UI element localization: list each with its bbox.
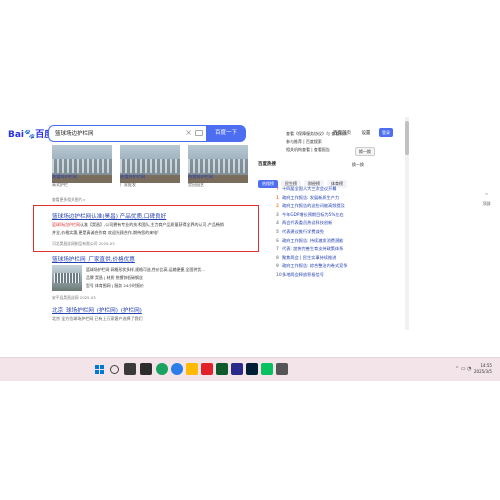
hot-search-item[interactable]: 两会代表委员热议科技创新 <box>282 220 332 226</box>
image-caption[interactable]: 热镀锌护栏网 <box>52 174 77 180</box>
refresh-link[interactable]: 换一换 <box>352 162 364 168</box>
right-info-line[interactable]: 相关机构查看 | 查看报告 <box>286 147 330 153</box>
hot-rank: 9 <box>276 263 279 269</box>
hot-rank: 10 <box>276 272 282 277</box>
image-caption[interactable]: 热镀锌护栏网 <box>188 174 213 180</box>
system-tray[interactable]: ⌃ ▭ ◔ <box>455 366 471 372</box>
hot-search-item[interactable]: 政府工作报告: 发展新质生产力 <box>282 195 339 201</box>
taskbar: ⌃ ▭ ◔ 14:55 2025/3/5 <box>0 357 500 381</box>
result-line: 型号 体育围网 | 服务 24小时报价 <box>86 283 144 288</box>
image-subcaption: 厂家批发 <box>120 182 136 187</box>
hot-tabs: 热搜榜 民生榜 财经榜 体育榜 <box>258 170 350 188</box>
search-button[interactable]: 百度一下 <box>206 125 246 142</box>
image-caption[interactable]: 热镀锌护栏网 <box>120 174 145 180</box>
camera-icon[interactable] <box>195 130 203 136</box>
edge-icon[interactable] <box>171 363 183 375</box>
wechat-icon[interactable] <box>261 363 273 375</box>
folder-icon[interactable] <box>186 363 198 375</box>
baidu-logo[interactable]: Bai🐾百度 <box>8 127 53 140</box>
hot-search-item[interactable]: 今年GDP增长预期目标为5%左右 <box>282 212 344 218</box>
ad-result-title[interactable]: 篮球场边护栏网认准(昊昌) 产品优质,口碑良好 <box>52 212 166 220</box>
hot-rank: 2 <box>276 203 279 209</box>
screenshot: Bai🐾百度 篮球场边护栏网 × 百度一下 百度首页 设置 登录 热镀锌护栏网 … <box>0 0 500 500</box>
result-title[interactable]: 北京_球场护栏网_(护栏网)_(护栏网) <box>52 306 142 314</box>
scrollbar-thumb[interactable] <box>405 121 409 155</box>
result-line: 品牌 昊昌 | 材质 热镀锌低碳钢丝 <box>86 275 143 280</box>
ad-text: 认准【昊昌】,公司拥有专业的技术团队,主力商产品质量获得全界的认可,产品畅销 <box>80 222 224 227</box>
terminal-icon[interactable] <box>140 363 152 375</box>
result-meta: 安平县昊昌丝网 2025-03 <box>52 295 96 300</box>
hot-search-item[interactable]: 十四届全国人大三次会议开幕 <box>282 186 336 192</box>
result-line: 北京 全方位球场护栏网 已有上万家客户选择了我们 <box>52 316 143 321</box>
hot-rank: 4 <box>276 220 279 226</box>
app-icon[interactable] <box>231 363 243 375</box>
right-info-line[interactable]: 参与推荐 | 百度搜索 <box>286 139 322 145</box>
image-subcaption: 高式护栏 <box>52 182 68 187</box>
app-icon[interactable] <box>216 363 228 375</box>
image-subcaption: 宫田园艺 <box>188 182 204 187</box>
ad-keyword: 篮球场边护栏网 <box>52 222 80 227</box>
hot-rank: 7 <box>276 246 279 252</box>
result-title[interactable]: 篮球场护栏网_厂家直供,价格优惠 <box>52 255 135 263</box>
close-icon[interactable]: × <box>185 128 192 137</box>
hot-rank: 5 <box>276 229 279 234</box>
hot-search-item[interactable]: 代表: 加快完善生育支持政策体系 <box>282 246 343 252</box>
back-to-top-label: 顶部 <box>482 201 491 206</box>
settings-link[interactable]: 设置 <box>361 131 370 136</box>
hot-rank: 1 <box>276 194 279 200</box>
logo-text: Bai <box>8 130 25 140</box>
login-button[interactable]: 登录 <box>379 128 393 137</box>
photoshop-icon[interactable] <box>246 363 258 375</box>
hot-rank: ↑ <box>276 186 280 191</box>
change-button[interactable]: 换一换 <box>355 147 375 156</box>
hot-search-item[interactable]: 代表建议推行学费减免 <box>282 229 324 235</box>
clock-date: 2025/3/5 <box>474 369 492 374</box>
vertical-scrollbar[interactable] <box>405 117 409 330</box>
tab-hot[interactable]: 热搜榜 <box>258 180 278 188</box>
hot-search-item[interactable]: 政府工作报告: 持续激发消费潜能 <box>282 238 343 244</box>
hot-search-item[interactable]: 聚焦两会 | 民生实事持续推进 <box>282 255 336 261</box>
result-line: 篮球场护栏网 网格形状多样,规格可选,性价比高,运输便捷,全国供货... <box>86 267 205 272</box>
hot-rank: 6 <box>276 237 279 243</box>
search-icon[interactable] <box>110 365 119 374</box>
hot-search-item[interactable]: 政府工作报告: 综合整治内卷式竞争 <box>282 263 348 269</box>
browser-viewport: Bai🐾百度 篮球场边护栏网 × 百度一下 百度首页 设置 登录 热镀锌护栏网 … <box>0 117 500 330</box>
ad-result-meta: 河北昊昌丝网制品有限公司 2025-03 <box>52 241 115 246</box>
arrow-up-icon: ⌃ <box>483 192 490 200</box>
clock[interactable]: 14:55 2025/3/5 <box>474 363 492 375</box>
windows-start-icon[interactable] <box>95 365 104 374</box>
more-images-link[interactable]: 查看更多相关图片> <box>52 197 86 203</box>
app-icon[interactable] <box>276 363 288 375</box>
hot-rank: 8 <box>276 254 279 260</box>
ad-result-line: 并全,价格实惠,更是真诚合作商 欢迎光顾合作,期待您的来电! <box>52 230 159 235</box>
hot-search-item[interactable]: 多地两会释放积极信号 <box>282 272 324 278</box>
browser-icon[interactable] <box>156 363 168 375</box>
search-input[interactable]: 篮球场边护栏网 × <box>48 125 206 142</box>
paw-icon: 🐾 <box>24 130 36 140</box>
wps-icon[interactable] <box>201 363 213 375</box>
right-info-line[interactable]: 查看《保障服务协议》与 查看资质 <box>286 131 347 137</box>
hot-search-item[interactable]: 政府工作报告的这些词被高频提及 <box>282 203 345 209</box>
image-strip <box>52 145 248 183</box>
task-view-icon[interactable] <box>124 363 136 375</box>
ad-result-line: 篮球场边护栏网认准【昊昌】,公司拥有专业的技术团队,主力商产品质量获得全界的认可… <box>52 222 224 228</box>
hot-search-header[interactable]: 百度热搜 <box>258 161 276 167</box>
back-to-top-button[interactable]: ⌃ 顶部 <box>478 192 495 211</box>
hot-rank: 3 <box>276 211 279 217</box>
result-thumbnail[interactable] <box>52 265 82 291</box>
search-query[interactable]: 篮球场边护栏网 <box>55 129 94 137</box>
